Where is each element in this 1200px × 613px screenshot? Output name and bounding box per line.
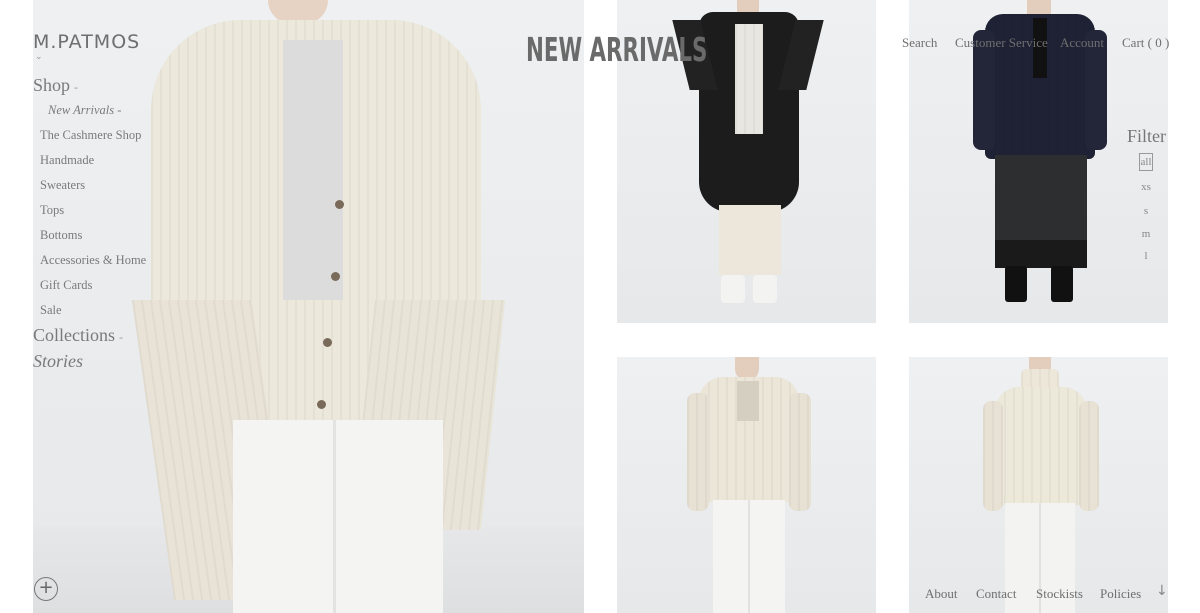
sidebar-item-sale[interactable]: Sale (40, 303, 62, 318)
filter-option-s[interactable]: s (1139, 205, 1153, 217)
hero-product-image[interactable] (33, 0, 584, 613)
filter-option-xs[interactable]: xs (1139, 181, 1153, 193)
brand-logo[interactable]: M.PATMOS (33, 31, 140, 53)
brand-caret-icon: ⌄ (35, 52, 43, 62)
account-link[interactable]: Account (1060, 35, 1104, 51)
footer-policies-link[interactable]: Policies (1100, 586, 1141, 602)
sidebar-item-bottoms[interactable]: Bottoms (40, 228, 82, 243)
sidebar-item-gift-cards[interactable]: Gift Cards (40, 278, 92, 293)
customer-service-link[interactable]: Customer Service (955, 35, 1048, 51)
filter-option-all[interactable]: all (1139, 153, 1153, 171)
sidebar-item-cashmere-shop[interactable]: The Cashmere Shop (40, 128, 141, 143)
sidebar-item-shop[interactable]: Shop - (33, 75, 78, 96)
page-title: NEW ARRIVALS (526, 30, 708, 69)
product-image-cream-shawl-cardigan[interactable] (617, 357, 876, 613)
sidebar-item-handmade[interactable]: Handmade (40, 153, 94, 168)
cart-link[interactable]: Cart ( 0 ) (1122, 35, 1169, 51)
sidebar-item-sweaters[interactable]: Sweaters (40, 178, 85, 193)
arrow-down-icon[interactable]: ↓ (1156, 583, 1168, 599)
filter-option-m[interactable]: m (1139, 228, 1153, 240)
filter-option-l[interactable]: l (1139, 250, 1153, 262)
footer-about-link[interactable]: About (925, 586, 958, 602)
filter-label: Filter (1127, 126, 1166, 146)
collections-expand-dash: - (119, 330, 123, 344)
sidebar-item-tops[interactable]: Tops (40, 203, 64, 218)
product-image-cream-turtleneck[interactable] (909, 357, 1168, 613)
sidebar-item-accessories-home[interactable]: Accessories & Home (40, 253, 146, 268)
sidebar-item-label: Collections (33, 325, 115, 345)
plus-circle-icon[interactable]: + (34, 577, 58, 601)
search-link[interactable]: Search (902, 35, 937, 51)
sidebar-item-stories[interactable]: Stories (33, 351, 83, 372)
footer-contact-link[interactable]: Contact (976, 586, 1016, 602)
sidebar-item-label: Shop (33, 75, 71, 95)
footer-stockists-link[interactable]: Stockists (1036, 586, 1083, 602)
sidebar-item-collections[interactable]: Collections - (33, 325, 123, 346)
sidebar-item-new-arrivals[interactable]: New Arrivals - (48, 103, 121, 118)
shop-expand-dash: - (74, 80, 79, 94)
